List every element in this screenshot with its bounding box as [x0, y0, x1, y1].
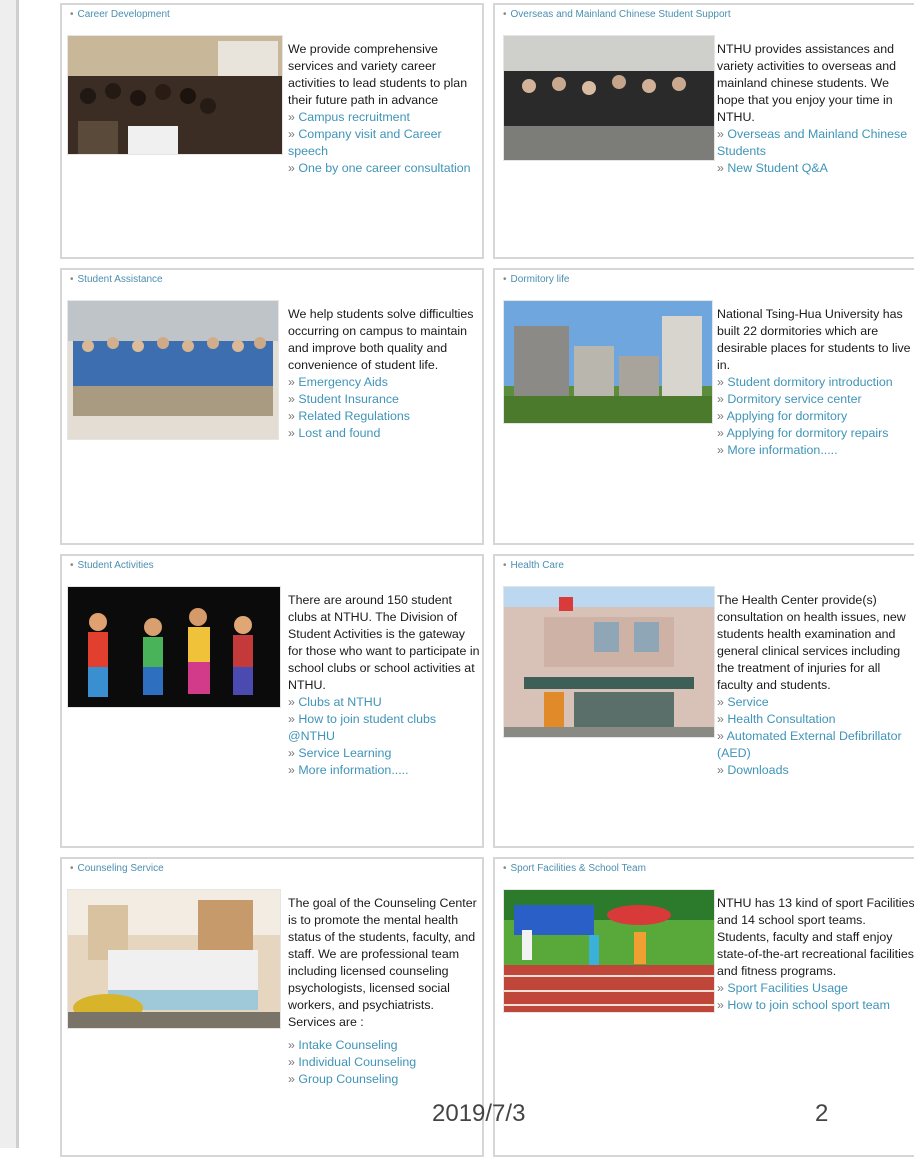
card-description: We provide comprehensive services and va… — [288, 42, 468, 107]
link-aed[interactable]: » Automated External Defibrillator (AED) — [717, 728, 914, 762]
staff-group-photo — [67, 300, 279, 440]
card-description: The Health Center provide(s) consultatio… — [717, 593, 906, 692]
link-service-learning[interactable]: » Service Learning — [288, 745, 480, 762]
link-campus-recruitment[interactable]: » Campus recruitment — [288, 109, 480, 126]
link-lost-and-found[interactable]: » Lost and found — [288, 425, 480, 442]
card-sport-facilities: • Sport Facilities & School Team NTHU has… — [493, 857, 914, 1157]
link-dormitory-more-info[interactable]: » More information..... — [717, 442, 914, 459]
link-student-insurance[interactable]: » Student Insurance — [288, 391, 480, 408]
link-service[interactable]: » Service — [717, 694, 914, 711]
card-description: National Tsing-Hua University has built … — [717, 307, 911, 372]
link-clubs-at-nthu[interactable]: » Clubs at NTHU — [288, 694, 480, 711]
link-applying-dormitory[interactable]: » Applying for dormitory — [717, 408, 914, 425]
link-join-sport-team[interactable]: » How to join school sport team — [717, 997, 914, 1014]
link-sport-facilities-usage[interactable]: » Sport Facilities Usage — [717, 980, 914, 997]
card-description: There are around 150 student clubs at NT… — [288, 593, 480, 692]
link-dormitory-introduction[interactable]: » Student dormitory introduction — [717, 374, 914, 391]
card-student-assistance: • Student Assistance We help students sol… — [60, 268, 484, 545]
card-title[interactable]: • Dormitory life — [503, 274, 569, 285]
card-body: The goal of the Counseling Center is to … — [288, 895, 480, 1088]
link-related-regulations[interactable]: » Related Regulations — [288, 408, 480, 425]
dance-performance-photo — [67, 586, 281, 708]
card-body: We help students solve difficulties occu… — [288, 306, 480, 442]
link-company-visit[interactable]: » Company visit and Career speech — [288, 126, 480, 160]
card-body: NTHU provides assistances and variety ac… — [717, 41, 914, 177]
dormitory-buildings-photo — [503, 300, 713, 424]
link-overseas-mainland-students[interactable]: » Overseas and Mainland Chinese Students — [717, 126, 914, 160]
link-individual-counseling[interactable]: » Individual Counseling — [288, 1054, 480, 1071]
student-group-photo — [503, 35, 715, 161]
link-new-student-qa[interactable]: » New Student Q&A — [717, 160, 914, 177]
card-title[interactable]: • Student Assistance — [70, 274, 163, 285]
card-title[interactable]: • Student Activities — [70, 560, 154, 571]
link-intake-counseling[interactable]: » Intake Counseling — [288, 1037, 480, 1054]
link-join-student-clubs[interactable]: » How to join student clubs @NTHU — [288, 711, 480, 745]
card-title[interactable]: • Overseas and Mainland Chinese Student S… — [503, 9, 731, 20]
card-description: NTHU provides assistances and variety ac… — [717, 42, 897, 124]
link-health-consultation[interactable]: » Health Consultation — [717, 711, 914, 728]
card-overseas-support: • Overseas and Mainland Chinese Student S… — [493, 3, 914, 259]
card-description: We help students solve difficulties occu… — [288, 307, 474, 372]
card-body: There are around 150 student clubs at NT… — [288, 592, 480, 779]
link-emergency-aids[interactable]: » Emergency Aids — [288, 374, 480, 391]
link-dormitory-service-center[interactable]: » Dormitory service center — [717, 391, 914, 408]
card-description: NTHU has 13 kind of sport Facilities and… — [717, 896, 914, 978]
running-track-photo — [503, 889, 715, 1013]
link-downloads[interactable]: » Downloads — [717, 762, 914, 779]
card-student-activities: • Student Activities There are around 150… — [60, 554, 484, 848]
card-body: NTHU has 13 kind of sport Facilities and… — [717, 895, 914, 1014]
card-body: The Health Center provide(s) consultatio… — [717, 592, 914, 779]
slide-page-number: 2 — [815, 1100, 829, 1127]
link-dormitory-repairs[interactable]: » Applying for dormitory repairs — [717, 425, 914, 442]
card-title[interactable]: • Health Care — [503, 560, 564, 571]
counseling-room-photo — [67, 889, 281, 1029]
card-health-care: • Health Care The Health Center provide(s… — [493, 554, 914, 848]
slide-date: 2019/7/3 — [432, 1100, 526, 1127]
card-career-development: • Career Development We provide comprehen… — [60, 3, 484, 259]
health-center-photo — [503, 586, 715, 738]
card-title[interactable]: • Career Development — [70, 9, 170, 20]
card-title[interactable]: • Counseling Service — [70, 863, 164, 874]
left-scroll-rail — [0, 0, 19, 1148]
card-body: We provide comprehensive services and va… — [288, 41, 480, 177]
link-activities-more-info[interactable]: » More information..... — [288, 762, 480, 779]
card-dormitory-life: • Dormitory life National Tsing-Hua Unive… — [493, 268, 914, 545]
career-fair-photo — [67, 35, 283, 155]
card-description: The goal of the Counseling Center is to … — [288, 896, 477, 1029]
card-body: National Tsing-Hua University has built … — [717, 306, 914, 459]
card-counseling-service: • Counseling Service The goal of the Coun… — [60, 857, 484, 1157]
link-group-counseling[interactable]: » Group Counseling — [288, 1071, 480, 1088]
link-career-consultation[interactable]: » One by one career consultation — [288, 160, 480, 177]
card-title[interactable]: • Sport Facilities & School Team — [503, 863, 646, 874]
